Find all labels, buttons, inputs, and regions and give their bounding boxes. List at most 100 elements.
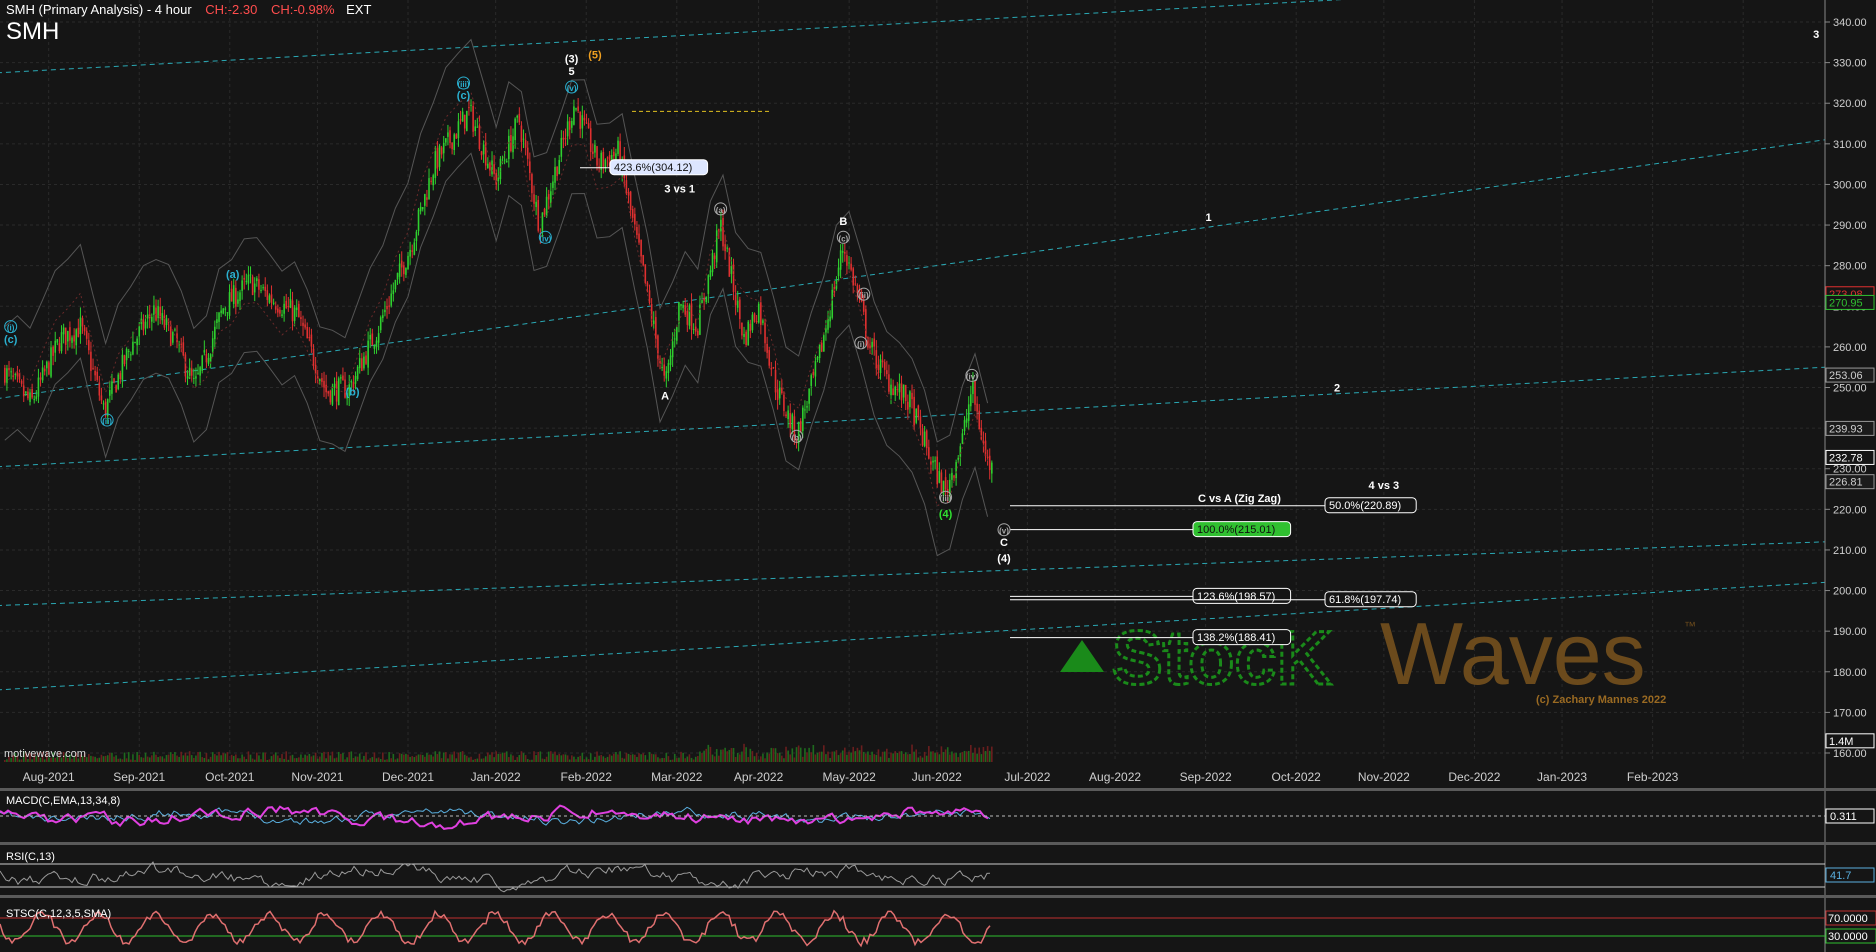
candle-body bbox=[537, 199, 540, 231]
candle-body bbox=[701, 299, 703, 304]
volume-bar bbox=[797, 745, 800, 762]
volume-bar bbox=[518, 754, 521, 762]
volume-bar bbox=[304, 754, 306, 762]
candle-body bbox=[907, 401, 909, 410]
volume-bar bbox=[854, 751, 857, 762]
volume-bar bbox=[919, 755, 922, 762]
volume-bar bbox=[835, 750, 838, 762]
volume-bar bbox=[608, 754, 611, 762]
volume-bar bbox=[692, 759, 695, 762]
fib-level-label: 50.0%(220.89) bbox=[1329, 500, 1401, 512]
volume-bar bbox=[621, 757, 624, 762]
volume-bar bbox=[249, 754, 252, 762]
candle-body bbox=[64, 327, 67, 345]
volume-bar bbox=[823, 745, 825, 762]
date-tick-label: Nov-2022 bbox=[1358, 770, 1410, 784]
chart-title: SMH (Primary Analysis) - 4 hour bbox=[6, 2, 192, 17]
candle-body bbox=[253, 283, 256, 293]
volume-bar bbox=[268, 759, 271, 762]
candle-body bbox=[58, 343, 61, 352]
volume-bar bbox=[921, 757, 924, 762]
candle-body bbox=[438, 145, 441, 167]
volume-bar bbox=[92, 756, 94, 762]
volume-bar bbox=[833, 751, 836, 762]
candle-body bbox=[304, 324, 306, 328]
volume-bar bbox=[829, 757, 831, 762]
candle-body bbox=[232, 285, 235, 304]
volume-bar bbox=[942, 752, 945, 762]
candle-body bbox=[762, 320, 764, 324]
candle-body bbox=[398, 263, 401, 277]
candle-body bbox=[839, 250, 842, 270]
candle-body bbox=[766, 343, 768, 353]
volume-bar bbox=[783, 758, 785, 762]
candle-body bbox=[195, 376, 197, 379]
volume-bar bbox=[316, 758, 319, 762]
volume-bar bbox=[936, 752, 939, 762]
candle-body bbox=[134, 341, 136, 344]
volume-bar bbox=[881, 751, 884, 762]
volume-bar bbox=[573, 756, 575, 762]
volume-bar bbox=[682, 752, 684, 762]
volume-bar bbox=[484, 756, 487, 762]
candle-body bbox=[785, 414, 787, 417]
candle-body bbox=[295, 307, 298, 311]
candle-body bbox=[982, 441, 985, 444]
volume-bar bbox=[802, 756, 804, 762]
candle-body bbox=[932, 460, 934, 463]
candle-body bbox=[302, 322, 304, 326]
candle-body bbox=[585, 122, 588, 124]
candle-body bbox=[153, 305, 155, 316]
candle-body bbox=[613, 151, 615, 157]
candle-body bbox=[163, 315, 166, 328]
volume-bar bbox=[974, 747, 976, 762]
wave-label: 3 vs 1 bbox=[664, 184, 695, 196]
date-tick-label: Mar-2022 bbox=[651, 770, 703, 784]
candle-body bbox=[514, 118, 516, 141]
volume-bar bbox=[424, 756, 426, 762]
candle-body bbox=[298, 303, 300, 318]
date-tick-label: Jan-2023 bbox=[1537, 770, 1587, 784]
volume-bar bbox=[167, 754, 170, 762]
candle-body bbox=[461, 111, 464, 122]
volume-bar bbox=[157, 757, 159, 762]
candle-body bbox=[942, 480, 945, 496]
wave-label: 3 bbox=[1813, 29, 1819, 41]
volume-bar bbox=[890, 752, 892, 762]
volume-bar bbox=[707, 744, 710, 762]
volume-bar bbox=[667, 756, 670, 762]
volume-bar bbox=[627, 753, 630, 762]
candle-body bbox=[934, 460, 936, 462]
volume-bar bbox=[808, 747, 810, 762]
stoch-panel-title: STSC(C,12,3,5,SMA) bbox=[6, 908, 112, 920]
volume-bar bbox=[917, 757, 920, 762]
candle-body bbox=[627, 191, 630, 196]
candle-body bbox=[222, 308, 225, 314]
candle-body bbox=[25, 391, 27, 394]
candle-body bbox=[451, 142, 453, 150]
candle-body bbox=[900, 383, 903, 401]
candle-body bbox=[575, 108, 577, 110]
wave-label: (5) bbox=[588, 50, 602, 62]
candle-body bbox=[478, 125, 481, 149]
date-tick-label: May-2022 bbox=[822, 770, 876, 784]
candle-body bbox=[510, 135, 512, 152]
wave-label: (iv) bbox=[966, 372, 978, 381]
volume-bar bbox=[558, 753, 561, 762]
candle-body bbox=[457, 121, 460, 139]
volume-bar bbox=[482, 758, 485, 762]
volume-bar bbox=[146, 756, 149, 762]
volume-bar bbox=[556, 755, 558, 762]
volume-bar bbox=[172, 754, 174, 762]
volume-bar bbox=[564, 754, 567, 762]
candle-body bbox=[774, 369, 777, 393]
candle-body bbox=[720, 219, 722, 232]
wave-label: C bbox=[1000, 537, 1008, 549]
volume-bar bbox=[310, 756, 313, 762]
candle-body bbox=[524, 140, 527, 148]
candle-body bbox=[825, 328, 827, 333]
volume-bar bbox=[222, 753, 225, 762]
wave-label: 1 bbox=[1205, 212, 1211, 224]
candle-body bbox=[361, 358, 363, 372]
candle-body bbox=[818, 344, 821, 359]
